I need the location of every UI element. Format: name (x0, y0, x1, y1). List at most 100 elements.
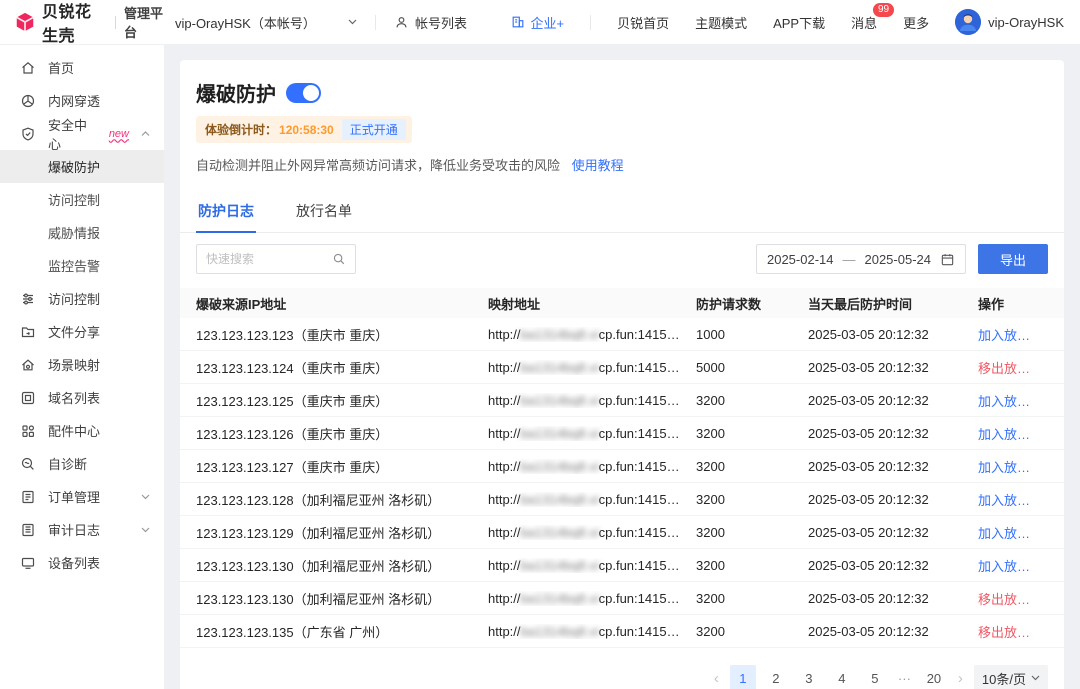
trial-countdown-label: 体验倒计时： (205, 121, 277, 138)
page-number-button[interactable]: 3 (796, 665, 822, 689)
monitor-icon (20, 555, 36, 571)
whitelist-action-link[interactable]: 加入放行名单 (978, 391, 1048, 410)
page-size-select[interactable]: 10条/页 (974, 665, 1048, 689)
mapped-address-cell: http://ba1314bq8.vicp.fun:14151… (488, 492, 696, 507)
last-protect-time-cell: 2025-03-05 20:12:32 (808, 525, 978, 540)
table-row: 123.123.123.124（重庆市 重庆） http://ba1314bq8… (180, 351, 1064, 384)
folder-icon (20, 324, 36, 340)
request-count-cell: 3200 (696, 591, 808, 606)
table-row: 123.123.123.126（重庆市 重庆） http://ba1314bq8… (180, 417, 1064, 450)
sidebar-item-brute-force[interactable]: 爆破防护 (0, 150, 164, 183)
source-ip-cell: 123.123.123.130（加利福尼亚州 洛杉矶） (196, 556, 488, 575)
request-count-cell: 3200 (696, 492, 808, 507)
diagnosis-icon (20, 456, 36, 472)
page-number-button[interactable]: 2 (763, 665, 789, 689)
nav-theme-link[interactable]: 主题模式 (695, 13, 747, 32)
sidebar-item-label: 内网穿透 (48, 91, 100, 110)
whitelist-action-link[interactable]: 移出放行名单 (978, 358, 1048, 377)
last-protect-time-cell: 2025-03-05 20:12:32 (808, 558, 978, 573)
whitelist-action-link[interactable]: 移出放行名单 (978, 589, 1048, 608)
sidebar-item-accessories[interactable]: 配件中心 (0, 414, 164, 447)
sidebar-item-security-center[interactable]: 安全中心 new (0, 117, 164, 150)
tab-bar: 防护日志 放行名单 (180, 193, 1064, 233)
request-count-cell: 1000 (696, 327, 808, 342)
page-title: 爆破防护 (196, 78, 276, 107)
sidebar-item-file-share[interactable]: 文件分享 (0, 315, 164, 348)
page-number-button[interactable]: 4 (829, 665, 855, 689)
tutorial-link[interactable]: 使用教程 (572, 158, 624, 173)
username-label: vip-OrayHSK (988, 15, 1064, 30)
sidebar-item-label: 审计日志 (48, 520, 100, 539)
brand-name: 贝锐花生壳 (42, 0, 107, 46)
nav-more-link[interactable]: 更多 (903, 13, 929, 32)
trial-countdown-time: 120:58:30 (279, 123, 334, 137)
mapped-address-cell: http://ba1314bq8.vicp.fun:14151… (488, 558, 696, 573)
last-protect-time-cell: 2025-03-05 20:12:32 (808, 393, 978, 408)
nav-messages-link[interactable]: 消息 99 (851, 13, 877, 32)
sidebar-item-monitor-alert[interactable]: 监控告警 (0, 249, 164, 282)
page-number-button[interactable]: 5 (862, 665, 888, 689)
account-list-button[interactable]: 帐号列表 (394, 13, 467, 32)
sidebar-item-label: 场景映射 (48, 355, 100, 374)
scene-mapping-icon (20, 357, 36, 373)
sidebar-item-device-list[interactable]: 设备列表 (0, 546, 164, 579)
whitelist-action-link[interactable]: 移出放行名单 (978, 622, 1048, 641)
enterprise-plus-link[interactable]: 企业+ (511, 13, 564, 32)
sidebar-item-access-control-sub[interactable]: 访问控制 (0, 183, 164, 216)
top-bar: 贝锐花生壳 管理平台 vip-OrayHSK（本帐号） 帐号列表 企业+ 贝锐首… (0, 0, 1080, 45)
audit-log-icon (20, 522, 36, 538)
shield-icon (20, 126, 36, 142)
whitelist-action-link[interactable]: 加入放行名单 (978, 490, 1048, 509)
sidebar-item-label: 订单管理 (48, 487, 100, 506)
sidebar-item-label: 文件分享 (48, 322, 100, 341)
whitelist-action-link[interactable]: 加入放行名单 (978, 457, 1048, 476)
activate-link[interactable]: 正式开通 (342, 119, 406, 140)
sidebar-item-nat[interactable]: 内网穿透 (0, 84, 164, 117)
whitelist-action-link[interactable]: 加入放行名单 (978, 523, 1048, 542)
chevron-down-icon (141, 527, 150, 533)
content-card: 爆破防护 体验倒计时： 120:58:30 正式开通 自动检测并阻止外网异常高频… (180, 60, 1064, 689)
tab-whitelist[interactable]: 放行名单 (294, 193, 354, 232)
date-range-picker[interactable]: 2025-02-14 — 2025-05-24 (756, 244, 966, 274)
export-button[interactable]: 导出 (978, 244, 1048, 274)
search-box[interactable] (196, 244, 356, 274)
search-icon[interactable] (332, 252, 346, 266)
source-ip-cell: 123.123.123.135（广东省 广州） (196, 622, 488, 641)
prev-page-button[interactable]: ‹ (710, 670, 723, 687)
sidebar-item-audit-log[interactable]: 审计日志 (0, 513, 164, 546)
sidebar-item-label: 威胁情报 (48, 223, 100, 242)
sidebar-item-scene-mapping[interactable]: 场景映射 (0, 348, 164, 381)
account-selector[interactable]: vip-OrayHSK（本帐号） (175, 13, 357, 32)
mapped-address-cell: http://ba1314bq8.vicp.fun:14151… (488, 426, 696, 441)
page-number-button[interactable]: 20 (921, 665, 947, 689)
sidebar-item-label: 监控告警 (48, 256, 100, 275)
sidebar-item-threat-intel[interactable]: 威胁情报 (0, 216, 164, 249)
whitelist-action-link[interactable]: 加入放行名单 (978, 556, 1048, 575)
tab-protection-log[interactable]: 防护日志 (196, 193, 256, 233)
nav-app-download-link[interactable]: APP下载 (773, 13, 825, 32)
last-protect-time-cell: 2025-03-05 20:12:32 (808, 624, 978, 639)
sidebar-item-home[interactable]: 首页 (0, 51, 164, 84)
new-badge: new (109, 128, 129, 140)
sidebar-item-self-diagnosis[interactable]: 自诊断 (0, 447, 164, 480)
chevron-up-icon (141, 131, 150, 137)
whitelist-action-link[interactable]: 加入放行名单 (978, 424, 1048, 443)
last-protect-time-cell: 2025-03-05 20:12:32 (808, 492, 978, 507)
hero-section: 爆破防护 体验倒计时： 120:58:30 正式开通 自动检测并阻止外网异常高频… (180, 60, 1064, 174)
next-page-button[interactable]: › (954, 670, 967, 687)
sidebar-item-order-management[interactable]: 订单管理 (0, 480, 164, 513)
table-header: 爆破来源IP地址 映射地址 防护请求数 当天最后防护时间 操作 (180, 288, 1064, 318)
whitelist-action-link[interactable]: 加入放行名单 (978, 325, 1048, 344)
mapped-address-cell: http://ba1314bq8.vicp.fun:14151… (488, 360, 696, 375)
search-input[interactable] (206, 252, 332, 266)
nav-home-link[interactable]: 贝锐首页 (617, 13, 669, 32)
caret-down-icon (348, 19, 357, 25)
sidebar-item-label: 设备列表 (48, 553, 100, 572)
sidebar-item-domain-list[interactable]: 域名列表 (0, 381, 164, 414)
protection-toggle[interactable] (286, 83, 321, 103)
user-menu[interactable]: vip-OrayHSK (955, 9, 1064, 35)
sidebar-item-access-control[interactable]: 访问控制 (0, 282, 164, 315)
page-number-button[interactable]: 1 (730, 665, 756, 689)
enterprise-icon (511, 15, 525, 29)
topbar-right: 企业+ 贝锐首页 主题模式 APP下载 消息 99 更多 vip-OrayHSK (511, 9, 1080, 35)
